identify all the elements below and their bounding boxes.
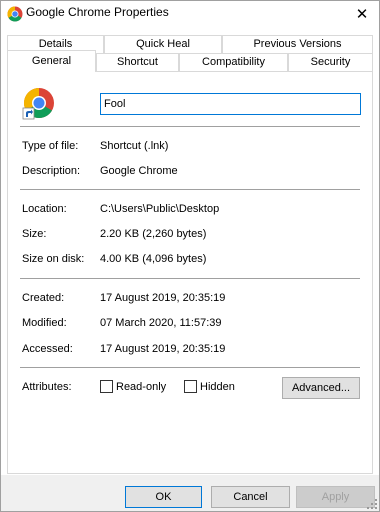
readonly-checkbox-row[interactable]: Read-only [100, 380, 166, 393]
close-icon: ✕ [355, 6, 369, 23]
separator [20, 367, 360, 368]
advanced-button[interactable]: Advanced... [282, 377, 360, 399]
tab-previous-versions[interactable]: Previous Versions [222, 35, 373, 53]
accessed-label: Accessed: [22, 343, 73, 355]
tab-shortcut[interactable]: Shortcut [96, 53, 179, 71]
window-title: Google Chrome Properties [26, 5, 169, 19]
hidden-checkbox[interactable] [184, 380, 197, 393]
size-label: Size: [22, 228, 47, 240]
location-value: C:\Users\Public\Desktop [100, 203, 220, 215]
created-value: 17 August 2019, 20:35:19 [100, 292, 226, 304]
hidden-label: Hidden [200, 380, 235, 393]
tab-quick-heal[interactable]: Quick Heal [104, 35, 222, 53]
properties-window: Google Chrome Properties ✕ Details Quick… [0, 0, 380, 512]
size-on-disk-value: 4.00 KB (4,096 bytes) [100, 253, 207, 265]
chrome-icon [22, 88, 54, 120]
description-value: Google Chrome [100, 165, 178, 177]
shortcut-arrow-icon [22, 107, 35, 120]
separator [20, 126, 360, 127]
tab-compatibility[interactable]: Compatibility [179, 53, 288, 71]
attributes-label: Attributes: [22, 381, 72, 393]
dialog-footer: OK Cancel Apply [1, 475, 379, 511]
modified-label: Modified: [22, 317, 67, 329]
size-value: 2.20 KB (2,260 bytes) [100, 228, 207, 240]
cancel-button[interactable]: Cancel [211, 486, 290, 508]
readonly-label: Read-only [116, 380, 167, 393]
chrome-icon [7, 6, 23, 22]
tab-security[interactable]: Security [288, 53, 373, 71]
size-on-disk-label: Size on disk: [22, 253, 85, 265]
close-button[interactable]: ✕ [345, 1, 379, 27]
location-label: Location: [22, 203, 67, 215]
general-panel: Type of file: Shortcut (.lnk) Descriptio… [7, 71, 373, 474]
separator [20, 278, 360, 279]
separator [20, 189, 360, 190]
file-name-input[interactable] [100, 93, 361, 115]
hidden-checkbox-row[interactable]: Hidden [184, 380, 235, 393]
readonly-checkbox[interactable] [100, 380, 113, 393]
type-value: Shortcut (.lnk) [100, 140, 169, 152]
tab-general[interactable]: General [7, 50, 96, 72]
description-label: Description: [22, 165, 81, 177]
ok-button[interactable]: OK [125, 486, 202, 508]
type-label: Type of file: [22, 140, 79, 152]
modified-value: 07 March 2020, 11:57:39 [100, 317, 222, 329]
apply-button[interactable]: Apply [296, 486, 375, 508]
accessed-value: 17 August 2019, 20:35:19 [100, 343, 226, 355]
created-label: Created: [22, 292, 65, 304]
resize-grip-icon[interactable] [367, 499, 377, 509]
title-bar: Google Chrome Properties ✕ [1, 1, 379, 27]
